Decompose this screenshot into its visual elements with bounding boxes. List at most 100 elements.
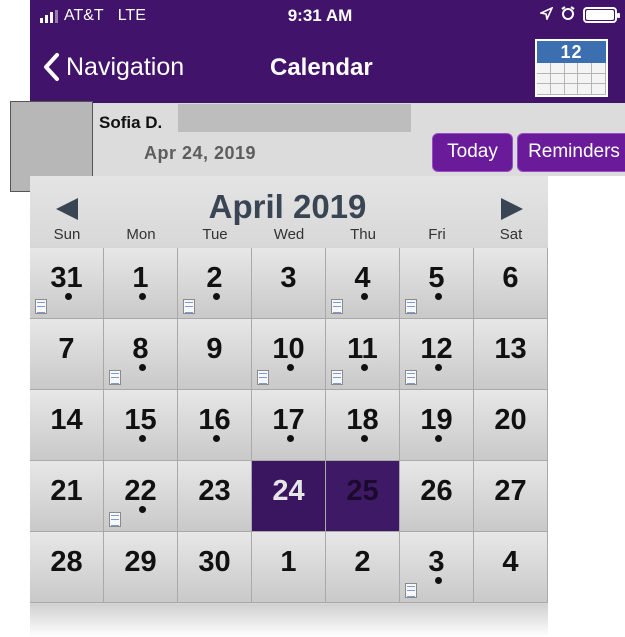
day-cell[interactable]: 21 — [30, 461, 104, 532]
day-number: 1 — [132, 262, 149, 294]
alarm-icon — [561, 6, 575, 24]
day-number: 21 — [50, 475, 83, 507]
calendar-icon-number: 12 — [537, 41, 606, 63]
day-cell[interactable]: 3 — [400, 532, 474, 603]
note-icon — [331, 299, 343, 314]
month-title: April 2019 — [208, 188, 367, 225]
signal-icon — [40, 9, 58, 23]
day-number: 5 — [428, 262, 445, 294]
weekday-label: Sat — [499, 226, 523, 243]
day-cell[interactable]: 13 — [474, 319, 548, 390]
day-cell[interactable]: 10 — [252, 319, 326, 390]
day-cell[interactable]: 4 — [326, 248, 400, 319]
status-icons — [538, 5, 620, 24]
day-cell[interactable]: 7 — [30, 319, 104, 390]
note-icon — [109, 512, 121, 527]
day-cell[interactable]: 15 — [104, 390, 178, 461]
day-cell[interactable]: 27 — [474, 461, 548, 532]
day-cell[interactable]: 31 — [30, 248, 104, 319]
event-dot-icon — [361, 435, 368, 442]
event-dot-icon — [435, 435, 442, 442]
event-dot-icon — [213, 435, 220, 442]
top-bar: AT&T LTE 9:31 AM Navigation Calendar 12 — [30, 0, 625, 103]
day-number: 22 — [124, 475, 157, 507]
status-time: 9:31 AM — [287, 6, 353, 25]
day-cell[interactable]: 18 — [326, 390, 400, 461]
note-icon — [331, 370, 343, 385]
day-cell[interactable]: 23 — [178, 461, 252, 532]
day-cell[interactable]: 6 — [474, 248, 548, 319]
day-cell[interactable]: 24 — [252, 461, 326, 532]
selected-date: Apr 24, 2019 — [144, 143, 257, 163]
day-cell[interactable]: 26 — [400, 461, 474, 532]
event-dot-icon — [65, 293, 72, 300]
calendar-icon[interactable]: 12 — [535, 39, 608, 97]
calendar-header: April 2019 Sun Mon Tue Wed Thu Fri Sat — [30, 176, 548, 246]
weekday-label: Sun — [53, 226, 81, 243]
day-number: 9 — [206, 333, 223, 365]
day-number: 26 — [420, 475, 453, 507]
days-grid: 31 1 2 3 4 5 6 7 8 9 10 11 12 13 14 15 16 17 18 19 20 21 22 23 2… — [30, 248, 548, 603]
day-cell[interactable]: 12 — [400, 319, 474, 390]
day-cell[interactable]: 4 — [474, 532, 548, 603]
note-icon — [35, 299, 47, 314]
day-cell[interactable]: 2 — [178, 248, 252, 319]
next-month-icon[interactable] — [497, 196, 527, 222]
battery-icon — [583, 7, 620, 23]
day-number: 2 — [354, 546, 371, 578]
note-icon — [405, 583, 417, 598]
day-cell[interactable]: 19 — [400, 390, 474, 461]
day-cell[interactable]: 1 — [104, 248, 178, 319]
page-title: Calendar — [270, 54, 373, 81]
event-dot-icon — [287, 364, 294, 371]
day-number: 30 — [198, 546, 231, 578]
day-number: 7 — [58, 333, 75, 365]
event-dot-icon — [435, 577, 442, 584]
event-dot-icon — [435, 293, 442, 300]
day-number: 13 — [494, 333, 527, 365]
day-number: 4 — [354, 262, 371, 294]
day-cell[interactable]: 5 — [400, 248, 474, 319]
day-cell[interactable]: 20 — [474, 390, 548, 461]
event-dot-icon — [213, 293, 220, 300]
back-button[interactable]: Navigation — [42, 52, 184, 82]
reminders-button[interactable]: Reminders — [517, 133, 625, 172]
note-icon — [257, 370, 269, 385]
day-cell[interactable]: 28 — [30, 532, 104, 603]
day-cell[interactable]: 8 — [104, 319, 178, 390]
day-number: 3 — [428, 546, 445, 578]
carrier-label: AT&T — [64, 7, 104, 24]
day-number: 23 — [198, 475, 231, 507]
day-cell[interactable]: 2 — [326, 532, 400, 603]
day-number: 17 — [272, 404, 305, 436]
day-cell[interactable]: 14 — [30, 390, 104, 461]
day-number: 25 — [346, 475, 379, 507]
day-cell[interactable]: 29 — [104, 532, 178, 603]
day-cell[interactable]: 22 — [104, 461, 178, 532]
day-cell[interactable]: 9 — [178, 319, 252, 390]
day-cell[interactable]: 1 — [252, 532, 326, 603]
day-cell[interactable]: 3 — [252, 248, 326, 319]
back-label: Navigation — [66, 52, 185, 81]
prev-month-icon[interactable] — [52, 196, 82, 222]
day-cell[interactable]: 30 — [178, 532, 252, 603]
note-icon — [109, 370, 121, 385]
note-icon — [405, 370, 417, 385]
weekday-label: Thu — [350, 226, 376, 243]
day-number: 24 — [272, 475, 305, 507]
note-icon — [183, 299, 195, 314]
day-cell[interactable]: 11 — [326, 319, 400, 390]
day-cell[interactable]: 16 — [178, 390, 252, 461]
status-carrier: AT&T LTE — [40, 7, 146, 25]
day-number: 8 — [132, 333, 149, 365]
weekday-label: Wed — [273, 226, 305, 243]
day-number: 18 — [346, 404, 379, 436]
day-cell[interactable]: 17 — [252, 390, 326, 461]
weekday-label: Fri — [428, 226, 446, 243]
day-number: 12 — [420, 333, 453, 365]
day-cell[interactable]: 25 — [326, 461, 400, 532]
day-number: 11 — [347, 333, 378, 365]
event-dot-icon — [435, 364, 442, 371]
today-button[interactable]: Today — [432, 133, 513, 172]
calendar-icon-grid — [537, 63, 606, 95]
